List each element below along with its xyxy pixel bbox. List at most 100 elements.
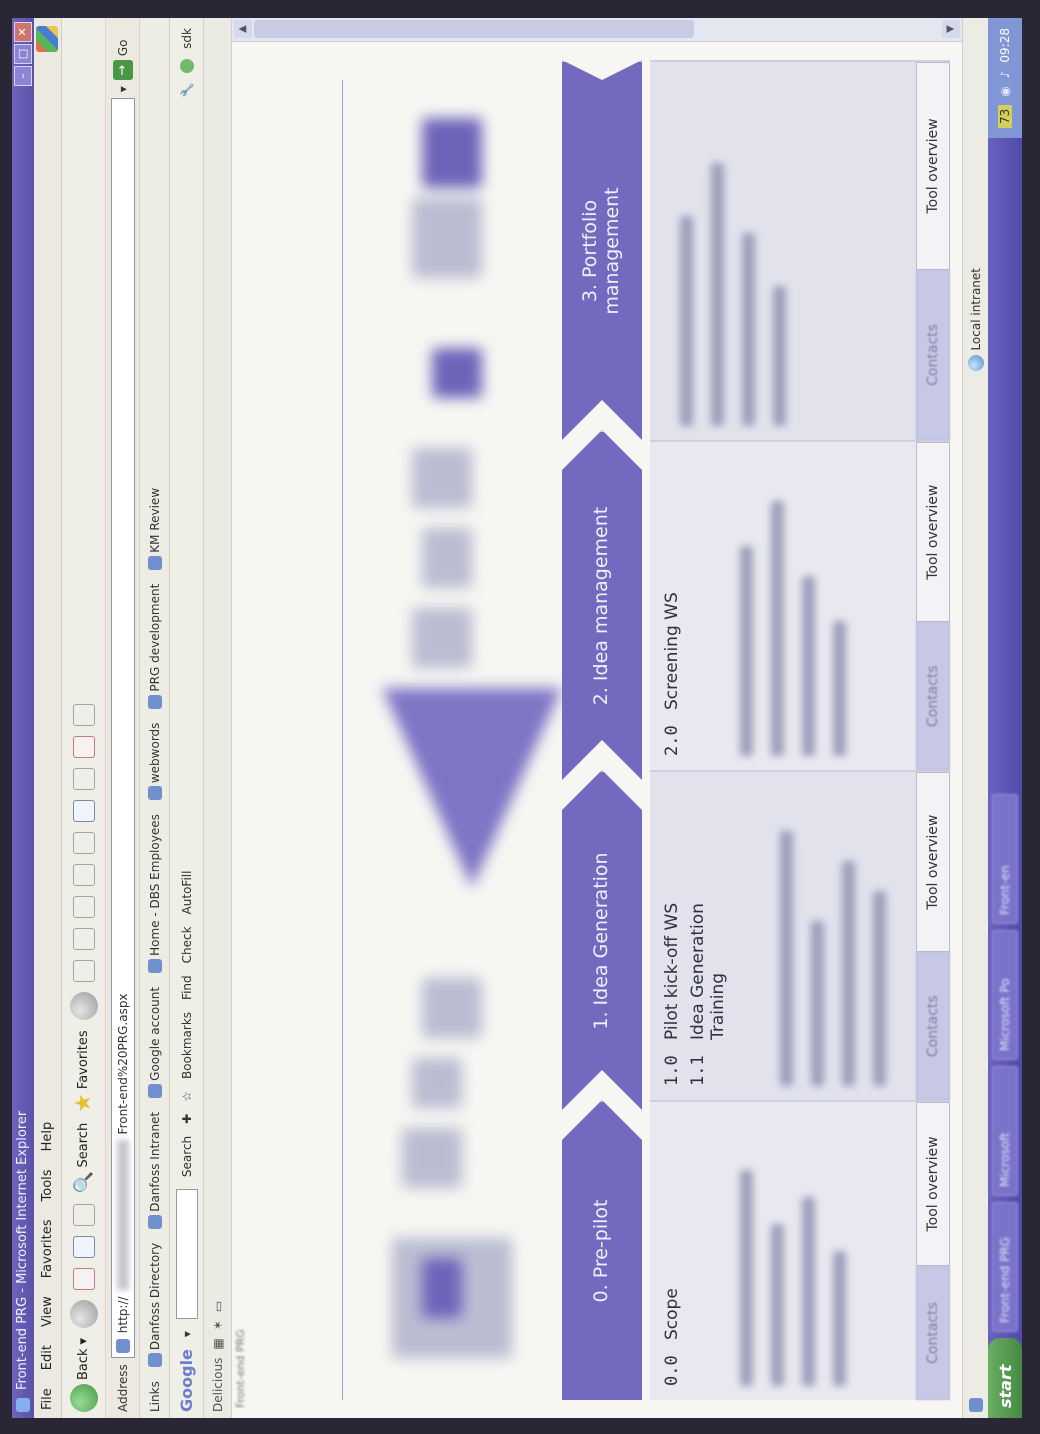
tool-overview-button[interactable]: Tool overview: [916, 772, 950, 953]
notes-button[interactable]: [72, 864, 95, 887]
home-button[interactable]: [72, 1203, 95, 1226]
contacts-button[interactable]: Contacts: [916, 622, 950, 770]
status-page-icon: [968, 1398, 983, 1412]
find-button[interactable]: Find: [180, 975, 194, 1000]
taskbar-item[interactable]: Microsoft Po: [992, 930, 1018, 1060]
activity-item[interactable]: 2.0 Screening WS: [662, 456, 682, 756]
phase-portfolio-management[interactable]: 3. Portfolio management: [562, 60, 642, 440]
security-zone: Local intranet: [967, 268, 984, 371]
activity-item[interactable]: 0.0 Scope: [662, 1116, 682, 1386]
scroll-up-icon[interactable]: ▲: [234, 20, 252, 38]
google-search-input[interactable]: [175, 1189, 198, 1320]
delicious-icon[interactable]: ▦: [211, 1338, 225, 1349]
wrench-icon[interactable]: 🔧: [180, 83, 194, 98]
menu-help[interactable]: Help: [40, 1122, 55, 1152]
back-button[interactable]: Back ▾: [69, 1338, 98, 1412]
contacts-button[interactable]: Contacts: [916, 1265, 950, 1400]
onenote-button[interactable]: [72, 736, 95, 759]
messenger-button[interactable]: [72, 832, 95, 855]
google-right: 🔧 sdk: [179, 18, 194, 98]
contacts-button[interactable]: Contacts: [916, 952, 950, 1100]
ie-page-icon: [147, 1083, 162, 1098]
bookmarks-button[interactable]: Bookmarks: [180, 1012, 194, 1079]
blurred-process-diagram: [362, 58, 562, 1358]
link-google-account[interactable]: Google account: [147, 987, 162, 1098]
favorites-label: Favorites: [76, 1030, 91, 1090]
google-user[interactable]: sdk: [180, 28, 194, 49]
blurred-text: [780, 786, 904, 1086]
system-tray: 73 ◉ ♪ 09:28: [988, 18, 1022, 139]
edit-word-button[interactable]: [72, 896, 95, 919]
phase-idea-management[interactable]: 2. Idea management: [562, 430, 642, 780]
google-search-button[interactable]: Search: [180, 1136, 194, 1177]
link-danfoss-directory[interactable]: Danfoss Directory: [147, 1243, 162, 1368]
maximize-button[interactable]: □: [14, 44, 32, 64]
ie-page-icon: [147, 958, 162, 973]
phase-pre-pilot[interactable]: 0. Pre-pilot: [562, 1100, 642, 1400]
bookmark-icon[interactable]: ▭: [211, 1301, 225, 1312]
favorites-button[interactable]: ★ Favorites: [71, 1030, 96, 1112]
activity-item[interactable]: 1.1 Idea Generation Training: [688, 786, 728, 1086]
link-km-review[interactable]: KM Review: [147, 488, 162, 570]
refresh-button[interactable]: [72, 1235, 95, 1258]
search-button[interactable]: 🔍 Search: [73, 1123, 94, 1194]
favorites-star-icon: ★: [71, 1093, 96, 1113]
research-button[interactable]: [72, 800, 95, 823]
go-label: Go: [115, 39, 130, 57]
activity-number: 1.1: [688, 1055, 708, 1086]
tray-volume-icon[interactable]: ♪: [998, 71, 1012, 79]
back-dropdown-icon[interactable]: ▾: [76, 1338, 91, 1345]
link-webwords[interactable]: webwords: [147, 723, 162, 801]
scroll-down-icon[interactable]: ▼: [942, 20, 960, 38]
link-prg-development[interactable]: PRG development: [147, 584, 162, 709]
menu-file[interactable]: File: [40, 1388, 55, 1410]
activity-label: Idea Generation Training: [688, 903, 728, 1040]
phase-label: 0. Pre-pilot: [590, 1199, 613, 1303]
tray-badge[interactable]: 73: [998, 104, 1012, 129]
stop-button[interactable]: [72, 1267, 95, 1290]
contacts-button[interactable]: Contacts: [916, 269, 950, 440]
go-button[interactable]: → Go: [112, 39, 133, 81]
menu-edit[interactable]: Edit: [40, 1345, 55, 1370]
activity-item[interactable]: 1.0 Pilot kick-off WS: [662, 786, 682, 1086]
window-title: Front-end PRG - Microsoft Internet Explo…: [15, 1110, 30, 1390]
vertical-scrollbar[interactable]: ▲ ▼: [232, 18, 962, 42]
column-footer: Contacts Tool overview: [916, 772, 950, 1100]
mail-button[interactable]: [72, 960, 95, 983]
taskbar-item[interactable]: Front-end PRG: [992, 1202, 1018, 1332]
column-portfolio-management: Contacts Tool overview: [650, 60, 950, 440]
taskbar-item[interactable]: Microsoft: [992, 1066, 1018, 1196]
autofill-button[interactable]: AutoFill: [180, 871, 194, 915]
menu-favorites[interactable]: Favorites: [40, 1219, 55, 1278]
tools-extra-button[interactable]: [72, 704, 95, 727]
print-button[interactable]: [72, 928, 95, 951]
check-button[interactable]: Check: [180, 926, 194, 963]
phase-chevrons: 0. Pre-pilot 1. Idea Generation 2. Idea …: [562, 60, 642, 1400]
scroll-thumb[interactable]: [254, 20, 694, 38]
minimize-button[interactable]: –: [14, 66, 32, 86]
link-danfoss-intranet[interactable]: Danfoss Intranet: [147, 1112, 162, 1229]
taskbar-item[interactable]: Front-en: [992, 794, 1018, 924]
history-button[interactable]: [69, 992, 98, 1021]
forward-button[interactable]: [69, 1299, 98, 1328]
tag-star-icon[interactable]: ✶: [211, 1320, 225, 1330]
menu-bar: File Edit View Favorites Tools Help: [34, 18, 62, 1418]
menu-view[interactable]: View: [40, 1296, 55, 1327]
google-menu-icon[interactable]: ▾: [180, 1331, 194, 1337]
tray-network-icon[interactable]: ◉: [998, 86, 1012, 96]
tool-overview-button[interactable]: Tool overview: [916, 62, 950, 270]
plus-icon[interactable]: ✚: [180, 1114, 194, 1124]
address-input[interactable]: http:// Front-end%20PRG.aspx: [110, 98, 135, 1359]
phase-idea-generation[interactable]: 1. Idea Generation: [562, 770, 642, 1110]
tool-overview-button[interactable]: Tool overview: [916, 1102, 950, 1266]
start-button[interactable]: start: [988, 1338, 1022, 1418]
link-home-dbs[interactable]: Home - DBS Employees: [147, 814, 162, 973]
menu-tools[interactable]: Tools: [40, 1169, 55, 1201]
rss-button[interactable]: [72, 768, 95, 791]
close-button[interactable]: ✕: [14, 22, 32, 42]
address-dropdown-icon[interactable]: ▾: [116, 86, 130, 92]
search-icon: 🔍: [73, 1171, 94, 1194]
zone-label: Local intranet: [968, 268, 983, 351]
tool-overview-button[interactable]: Tool overview: [916, 442, 950, 623]
google-logo: Google: [177, 1349, 196, 1412]
